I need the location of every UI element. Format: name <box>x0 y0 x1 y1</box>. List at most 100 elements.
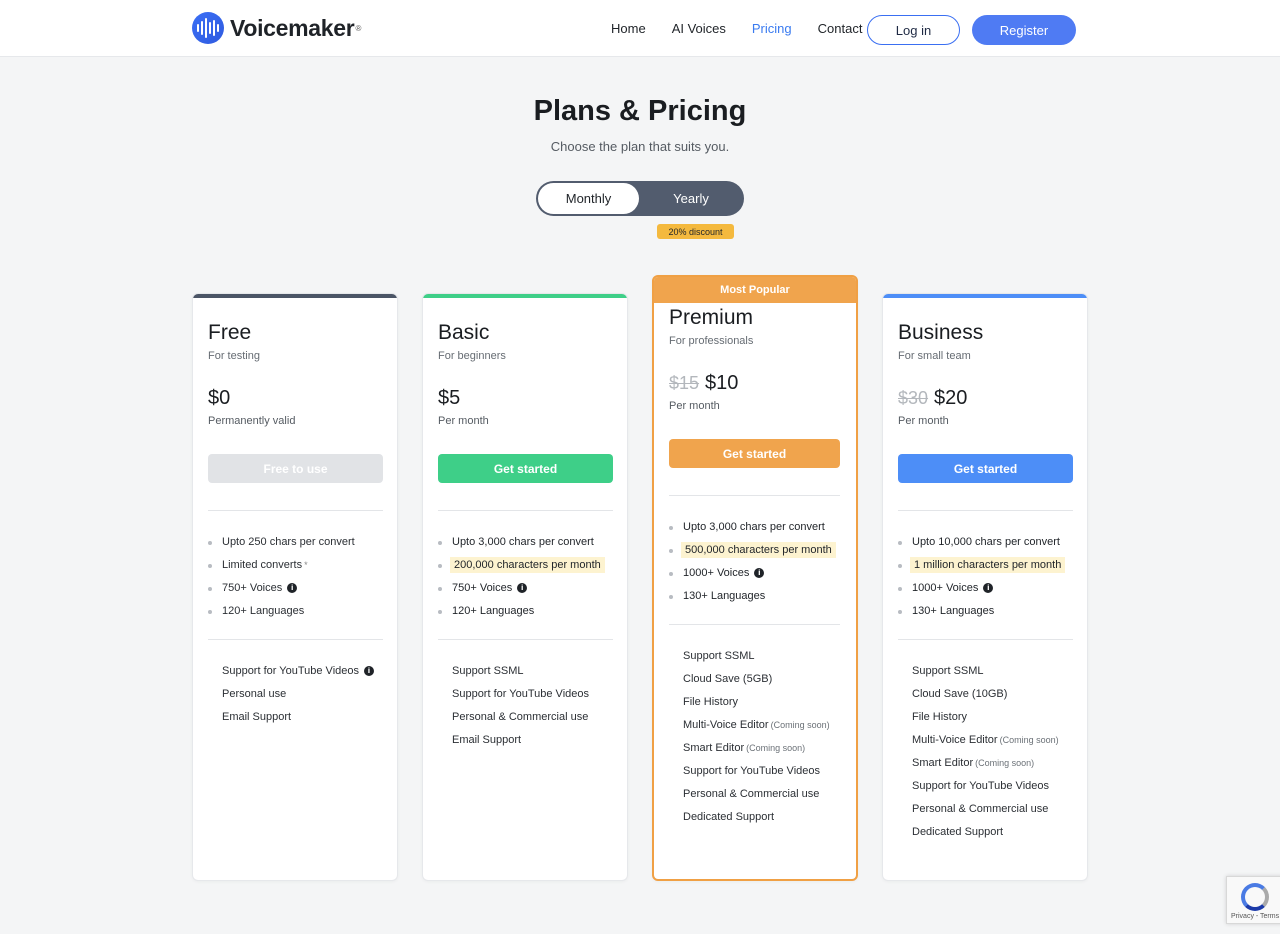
divider <box>898 639 1073 640</box>
extra-feature-item: Support SSML <box>912 665 984 677</box>
extra-feature-text: Multi-Voice Editor <box>912 734 998 746</box>
extra-feature-text: Dedicated Support <box>912 826 1004 838</box>
plan-audience: For professionals <box>669 335 754 347</box>
extra-feature-text: Multi-Voice Editor <box>683 719 769 731</box>
feature-bullet <box>208 587 212 591</box>
feature-text: 200,000 characters per month <box>450 557 605 573</box>
plan-cta-button[interactable]: Get started <box>438 454 613 483</box>
plan-cta-button[interactable]: Free to use <box>208 454 383 483</box>
main-nav: Home AI Voices Pricing Contact <box>611 0 888 57</box>
feature-text: 1000+ Voices <box>683 567 750 579</box>
plan-price-row: $30 $20 <box>898 387 967 410</box>
extra-feature-item: Support for YouTube Videos <box>912 780 1049 792</box>
feature-bullet <box>898 587 902 591</box>
recaptcha-icon <box>1241 883 1269 911</box>
feature-bullet <box>438 564 442 568</box>
feature-bullet <box>898 610 902 614</box>
feature-item: 750+ Voices i <box>222 582 298 594</box>
nav-contact[interactable]: Contact <box>818 21 863 36</box>
feature-item: 200,000 characters per month <box>450 557 605 573</box>
extra-feature-item: Multi-Voice Editor (Coming soon) <box>683 719 830 731</box>
plan-audience: For small team <box>898 350 971 362</box>
info-icon[interactable]: i <box>754 568 765 579</box>
feature-text: Limited converts <box>222 559 303 571</box>
extra-feature-item: Multi-Voice Editor (Coming soon) <box>912 734 1059 746</box>
extra-feature-text: Smart Editor <box>683 742 745 754</box>
feature-text: 500,000 characters per month <box>681 542 836 558</box>
feature-item: 120+ Languages <box>452 605 534 617</box>
feature-text: 130+ Languages <box>912 605 995 617</box>
extra-feature-item: Email Support <box>222 711 291 723</box>
extra-feature-item: Cloud Save (10GB) <box>912 688 1007 700</box>
recaptcha-badge[interactable]: Privacy - Terms <box>1226 876 1280 924</box>
discount-badge: 20% discount <box>657 224 734 239</box>
billing-monthly-option[interactable]: Monthly <box>538 183 639 214</box>
divider <box>208 510 383 511</box>
recaptcha-links[interactable]: Privacy - Terms <box>1231 913 1279 920</box>
page-subtitle: Choose the plan that suits you. <box>550 139 730 154</box>
feature-text: 120+ Languages <box>452 605 535 617</box>
login-button[interactable]: Log in <box>867 15 960 45</box>
info-icon[interactable]: i <box>983 583 994 594</box>
registered-mark: ® <box>355 23 362 33</box>
extra-feature-text: Email Support <box>452 734 522 746</box>
extra-feature-text: Support SSML <box>912 665 984 677</box>
info-icon[interactable]: i <box>517 583 528 594</box>
divider <box>898 510 1073 511</box>
feature-item: 1000+ Voices i <box>683 567 765 579</box>
extra-feature-item: File History <box>912 711 967 723</box>
extra-feature-text: Personal & Commercial use <box>683 788 820 800</box>
feature-item: 130+ Languages <box>912 605 994 617</box>
extra-feature-item: Cloud Save (5GB) <box>683 673 772 685</box>
extra-feature-item: Smart Editor (Coming soon) <box>683 742 805 754</box>
divider <box>669 495 840 496</box>
plan-cta-button[interactable]: Get started <box>669 439 840 468</box>
plan-price-row: $0 <box>208 387 230 410</box>
coming-soon-note: (Coming soon) <box>746 743 806 753</box>
feature-bullet <box>669 549 673 553</box>
feature-bullet <box>898 541 902 545</box>
extra-feature-text: File History <box>912 711 968 723</box>
info-icon[interactable]: i <box>364 666 374 677</box>
feature-text: Upto 250 chars per convert <box>222 536 355 548</box>
plan-accent-bar <box>423 294 627 298</box>
extra-feature-text: Personal & Commercial use <box>452 711 589 723</box>
feature-text: 1 million characters per month <box>910 557 1066 573</box>
feature-bullet <box>208 610 212 614</box>
brand-logo[interactable]: Voicemaker ® <box>192 12 361 44</box>
plan-name: Business <box>898 321 984 344</box>
feature-bullet <box>438 610 442 614</box>
extra-feature-text: Support SSML <box>683 650 755 662</box>
plan-price-row: $5 <box>438 387 460 410</box>
feature-text: Upto 3,000 chars per convert <box>683 521 825 533</box>
extra-feature-item: Personal use <box>222 688 286 700</box>
register-button[interactable]: Register <box>972 15 1076 45</box>
plan-audience: For beginners <box>438 350 506 362</box>
extra-feature-item: Personal & Commercial use <box>452 711 588 723</box>
billing-yearly-option[interactable]: Yearly <box>640 183 742 214</box>
info-icon[interactable]: i <box>287 583 298 594</box>
nav-pricing[interactable]: Pricing <box>752 21 792 36</box>
feature-item: 120+ Languages <box>222 605 304 617</box>
feature-text: 120+ Languages <box>222 605 305 617</box>
feature-item: Upto 10,000 chars per convert <box>912 536 1060 548</box>
plan-card-premium: Most Popular Premium For professionals $15 $… <box>652 275 858 881</box>
plan-name: Premium <box>669 306 754 329</box>
plan-old-price: $30 <box>898 388 929 408</box>
plan-cta-button[interactable]: Get started <box>898 454 1073 483</box>
feature-text: Upto 3,000 chars per convert <box>452 536 594 548</box>
extra-feature-item: Support SSML <box>452 665 524 677</box>
feature-item: 1 million characters per month <box>910 557 1066 573</box>
plan-name: Basic <box>438 321 490 344</box>
divider <box>438 510 613 511</box>
feature-bullet <box>898 564 902 568</box>
nav-home[interactable]: Home <box>611 21 646 36</box>
nav-ai-voices[interactable]: AI Voices <box>672 21 726 36</box>
plan-price-row: $15 $10 <box>669 372 738 395</box>
extra-feature-item: Personal & Commercial use <box>683 788 819 800</box>
divider <box>208 639 383 640</box>
plan-price-note: Per month <box>438 415 489 427</box>
feature-item: 130+ Languages <box>683 590 765 602</box>
divider <box>669 624 840 625</box>
plan-audience: For testing <box>208 350 260 362</box>
